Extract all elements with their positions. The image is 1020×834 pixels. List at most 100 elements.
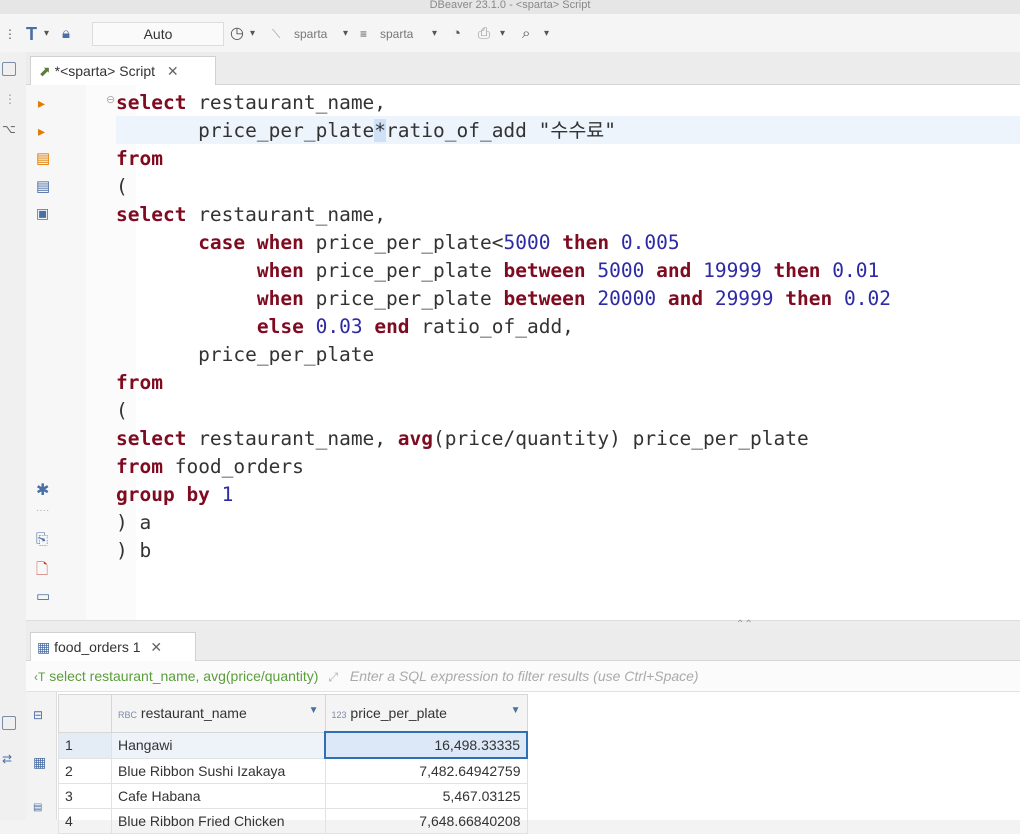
cell-price-per-plate[interactable]: 7,482.64942759 <box>324 757 528 784</box>
grid-view-icon[interactable]: ⊟ <box>33 708 43 722</box>
transaction-mode-icon[interactable]: T <box>26 24 37 44</box>
console-icon[interactable]: ▣ <box>36 205 49 222</box>
code-line[interactable]: when price_per_plate between 5000 and 19… <box>116 257 891 285</box>
cell-restaurant-name[interactable]: Blue Ribbon Fried Chicken <box>111 808 326 834</box>
code-line[interactable]: select restaurant_name, <box>116 201 891 229</box>
code-line[interactable]: price_per_plate <box>116 341 891 369</box>
code-token: price_per_plate <box>116 343 375 366</box>
code-line[interactable]: when price_per_plate between 20000 and 2… <box>116 285 891 313</box>
code-line[interactable]: from food_orders <box>116 453 891 481</box>
code-line[interactable]: select restaurant_name, avg(price/quanti… <box>116 425 891 453</box>
cell-restaurant-name[interactable]: Blue Ribbon Sushi Izakaya <box>111 757 326 784</box>
code-line[interactable]: ( <box>116 173 891 201</box>
code-line[interactable]: from <box>116 369 891 397</box>
collapse-handle-icon[interactable]: ⌃⌃ <box>736 619 753 630</box>
code-line[interactable]: ) b <box>116 537 891 565</box>
lock-icon[interactable]: 🔒︎ <box>62 24 70 44</box>
chevron-down-icon[interactable]: ▾ <box>500 24 505 44</box>
code-token: select <box>116 427 187 450</box>
restore-icon[interactable] <box>2 62 16 76</box>
save-script-icon[interactable]: ▭ <box>36 587 50 605</box>
code-line[interactable]: else 0.03 end ratio_of_add, <box>116 313 891 341</box>
code-token: ratio_of_add, <box>409 315 574 338</box>
restore-icon[interactable] <box>2 716 16 730</box>
chevron-down-icon[interactable]: ▾ <box>44 24 49 44</box>
code-token: select <box>116 203 187 226</box>
code-line[interactable]: ) a <box>116 509 891 537</box>
code-token: price_per_plate <box>303 287 504 310</box>
print-icon[interactable]: ⎙ <box>478 24 490 44</box>
text-view-icon[interactable]: ▤ <box>33 802 42 813</box>
load-script-icon[interactable]: 🗋︎ <box>36 559 48 584</box>
cell-price-per-plate[interactable]: 5,467.03125 <box>324 783 528 809</box>
code-token: 20000 <box>597 287 657 310</box>
row-number-header[interactable] <box>58 694 112 733</box>
sort-icon[interactable]: ▼ <box>309 705 319 716</box>
code-line[interactable]: case when price_per_plate<5000 then 0.00… <box>116 229 891 257</box>
datasource-selector[interactable]: sparta <box>294 24 327 44</box>
commit-mode-selector[interactable]: Auto <box>92 22 224 46</box>
table-row[interactable]: 3 Cafe Habana 5,467.03125 <box>58 783 528 809</box>
code-line[interactable]: ( <box>116 397 891 425</box>
chevron-down-icon[interactable]: ▾ <box>432 24 437 44</box>
chevron-down-icon[interactable]: ▾ <box>544 24 549 44</box>
clock-icon[interactable]: ◷ <box>230 24 244 44</box>
dashboard-icon[interactable]: ◔ <box>452 24 461 44</box>
tab-script[interactable]: ⬈ *<sparta> Script ✕ <box>30 56 216 85</box>
link-icon[interactable]: ⇄ <box>2 752 12 766</box>
code-token: ( <box>116 175 128 198</box>
code-line[interactable]: from <box>116 145 891 173</box>
code-token: from <box>116 455 163 478</box>
table-row[interactable]: 4 Blue Ribbon Fried Chicken 7,648.668402… <box>58 808 528 834</box>
main-toolbar: ⋮ T ▾ 🔒︎ Auto ◷ ▾ ⟍ sparta ▾ ≡ sparta ▾ … <box>0 14 1020 53</box>
execute-statement-new-tab-icon[interactable]: ▸ <box>38 123 45 140</box>
expand-icon[interactable]: ⤢ <box>328 670 338 684</box>
search-icon[interactable]: ⌕ <box>522 24 530 44</box>
execute-script-new-tab-icon[interactable]: ▤ <box>36 177 50 195</box>
code-token: price_per_plate< <box>303 231 504 254</box>
table-row[interactable]: 2 Blue Ribbon Sushi Izakaya 7,482.649427… <box>58 757 528 784</box>
sql-editor[interactable]: ▸ ▸ ▤ ▤ ▣ ✱ ···· ⎘ 🗋︎ ▭ ⊖ select restaur… <box>26 85 1020 620</box>
row-number[interactable]: 4 <box>58 808 112 834</box>
code-line[interactable]: select restaurant_name, <box>116 89 891 117</box>
code-token: end <box>374 315 410 338</box>
cell-price-per-plate[interactable]: 7,648.66840208 <box>324 808 528 834</box>
code-line[interactable]: price_per_plate*ratio_of_add "수수료" <box>116 117 891 145</box>
code-token: select <box>116 91 187 114</box>
sort-icon[interactable]: ▼ <box>511 705 521 716</box>
results-tabbar: ▦ food_orders 1 ✕ <box>26 630 1020 661</box>
row-number[interactable]: 1 <box>58 731 112 759</box>
row-number[interactable]: 3 <box>58 783 112 809</box>
schema-selector[interactable]: sparta <box>380 24 413 44</box>
navigator-icon[interactable]: ⌥ <box>2 122 16 136</box>
filter-input[interactable]: Enter a SQL expression to filter results… <box>350 668 699 684</box>
column-header-restaurant-name[interactable]: RBC restaurant_name ▼ <box>111 694 326 733</box>
code-area[interactable]: select restaurant_name, price_per_plate*… <box>116 89 891 565</box>
table-icon[interactable]: ▦ <box>33 754 46 771</box>
execute-statement-icon[interactable]: ▸ <box>38 95 45 112</box>
export-icon[interactable]: ⎘ <box>36 531 48 548</box>
fold-icon[interactable]: ⊖ <box>106 93 115 106</box>
execute-script-icon[interactable]: ▤ <box>36 149 50 167</box>
code-token: 0.03 <box>315 315 363 338</box>
table-row[interactable]: 1 Hangawi 16,498.33335 <box>58 731 528 759</box>
code-line[interactable]: group by 1 <box>116 481 891 509</box>
cell-price-per-plate[interactable]: 16,498.33335 <box>324 731 528 759</box>
close-icon[interactable]: ✕ <box>167 63 179 79</box>
chevron-down-icon[interactable]: ▾ <box>343 24 348 44</box>
tab-results[interactable]: ▦ food_orders 1 ✕ <box>30 632 196 661</box>
close-icon[interactable]: ✕ <box>150 639 162 655</box>
row-number[interactable]: 2 <box>58 757 112 784</box>
window-title: DBeaver 23.1.0 - <sparta> Script <box>0 0 1020 14</box>
cell-restaurant-name[interactable]: Cafe Habana <box>111 783 326 809</box>
cell-restaurant-name[interactable]: Hangawi <box>111 731 326 759</box>
chevron-down-icon[interactable]: ▾ <box>250 24 255 44</box>
column-header-price-per-plate[interactable]: 123 price_per_plate ▼ <box>324 694 528 733</box>
code-token: 0.01 <box>832 259 880 282</box>
gear-icon[interactable]: ✱ <box>36 480 49 500</box>
